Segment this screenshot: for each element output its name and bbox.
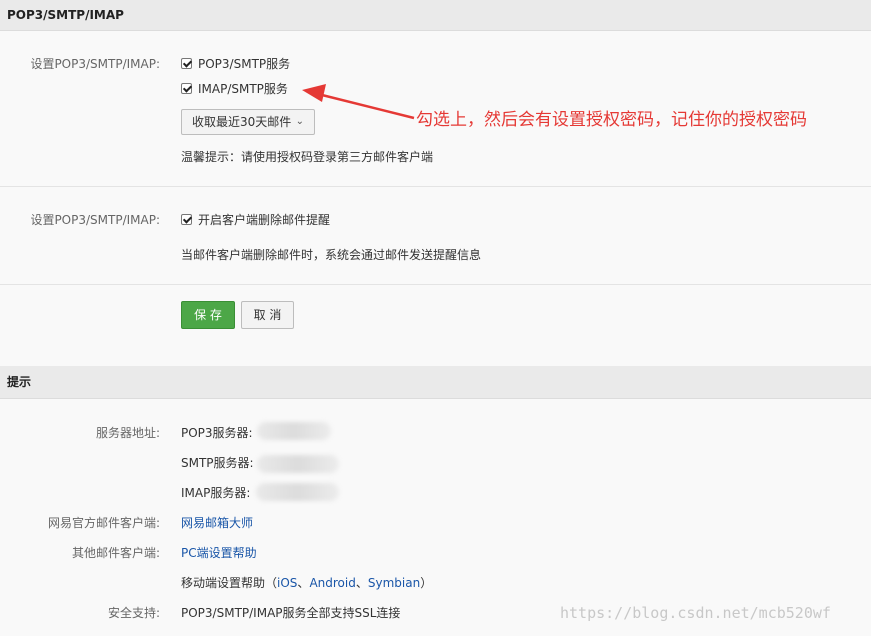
other-client-label: 其他邮件客户端: (71, 546, 160, 560)
imap-option-label[interactable]: IMAP/SMTP服务 (198, 80, 288, 97)
auth-code-hint: 温馨提示：请使用授权码登录第三方邮件客户端 (181, 150, 434, 164)
android-link[interactable]: Android (309, 576, 355, 590)
imap-server-label: IMAP服务器: (181, 486, 251, 500)
delete-remind-checkbox[interactable] (181, 214, 192, 225)
delete-remind-desc: 当邮件客户端删除邮件时，系统会通过邮件发送提醒信息 (181, 248, 482, 262)
section-title-pop3: POP3/SMTP/IMAP (0, 0, 871, 31)
pop3-checkbox[interactable] (181, 58, 192, 69)
cancel-button[interactable]: 取 消 (241, 301, 294, 329)
annotation-arrow-icon (302, 84, 415, 120)
symbian-link[interactable]: Symbian (368, 576, 420, 590)
setting-label-1: 设置POP3/SMTP/IMAP: (30, 57, 160, 71)
redacted-smtp-server (257, 455, 339, 473)
divider (0, 186, 871, 187)
ios-link[interactable]: iOS (277, 576, 297, 590)
setting-label-2: 设置POP3/SMTP/IMAP: (30, 213, 160, 227)
section-title-tips: 提示 (0, 366, 871, 399)
official-client-label: 网易官方邮件客户端: (47, 516, 160, 530)
pop3-option-label[interactable]: POP3/SMTP服务 (198, 55, 290, 72)
smtp-server-label: SMTP服务器: (181, 456, 254, 470)
redacted-imap-server (256, 483, 339, 501)
security-support-text: POP3/SMTP/IMAP服务全部支持SSL连接 (181, 606, 401, 620)
mobile-help-prefix: 移动端设置帮助（ (181, 576, 278, 590)
watermark: https://blog.csdn.net/mcb520wf (560, 604, 831, 622)
mobile-setup-help: 移动端设置帮助（iOS、Android、Symbian） (181, 574, 432, 591)
divider (0, 284, 871, 285)
annotation-text: 勾选上，然后会有设置授权密码，记住你的授权密码 (416, 110, 807, 130)
pop3-server-label: POP3服务器: (181, 426, 253, 440)
official-client-link[interactable]: 网易邮箱大师 (181, 514, 253, 531)
security-support-label: 安全支持: (107, 606, 160, 620)
delete-remind-label[interactable]: 开启客户端删除邮件提醒 (198, 211, 330, 228)
server-address-label: 服务器地址: (95, 426, 160, 440)
pc-setup-help-link[interactable]: PC端设置帮助 (181, 544, 257, 561)
separator: 、 (297, 576, 310, 590)
imap-checkbox[interactable] (181, 83, 192, 94)
fetch-range-value: 收取最近30天邮件 (192, 115, 292, 129)
save-button[interactable]: 保 存 (181, 301, 235, 329)
fetch-range-select[interactable]: 收取最近30天邮件 ⌄ (181, 109, 315, 135)
redacted-pop3-server (257, 422, 331, 440)
mobile-help-suffix: ） (420, 576, 433, 590)
separator: 、 (355, 576, 368, 590)
